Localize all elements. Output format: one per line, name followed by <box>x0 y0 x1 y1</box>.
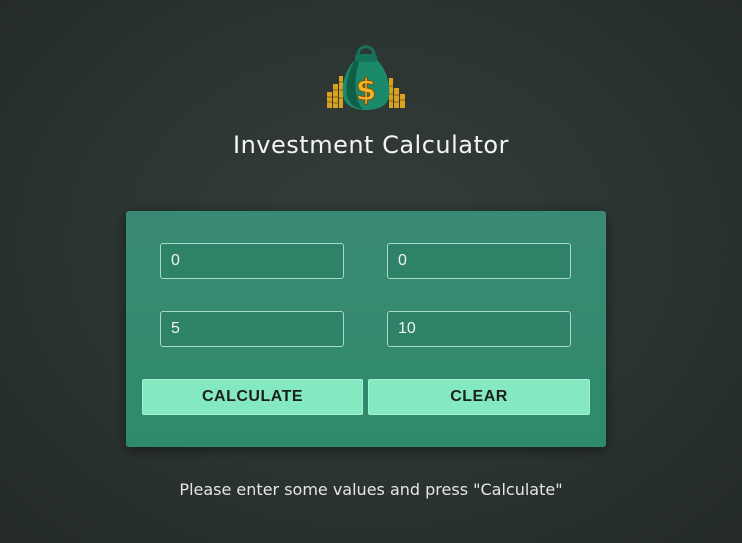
page-title: Investment Calculator <box>233 131 509 159</box>
clear-button[interactable]: CLEAR <box>368 379 590 415</box>
svg-text:$: $ <box>356 73 377 108</box>
calculate-button[interactable]: CALCULATE <box>142 379 363 415</box>
calculator-form: CALCULATE CLEAR <box>126 211 606 447</box>
status-message: Please enter some values and press "Calc… <box>179 480 563 499</box>
input-field-2[interactable] <box>387 243 571 279</box>
input-field-4[interactable] <box>387 311 571 347</box>
input-field-3[interactable] <box>160 311 344 347</box>
input-field-1[interactable] <box>160 243 344 279</box>
money-bag-logo-icon: $ <box>325 42 407 112</box>
